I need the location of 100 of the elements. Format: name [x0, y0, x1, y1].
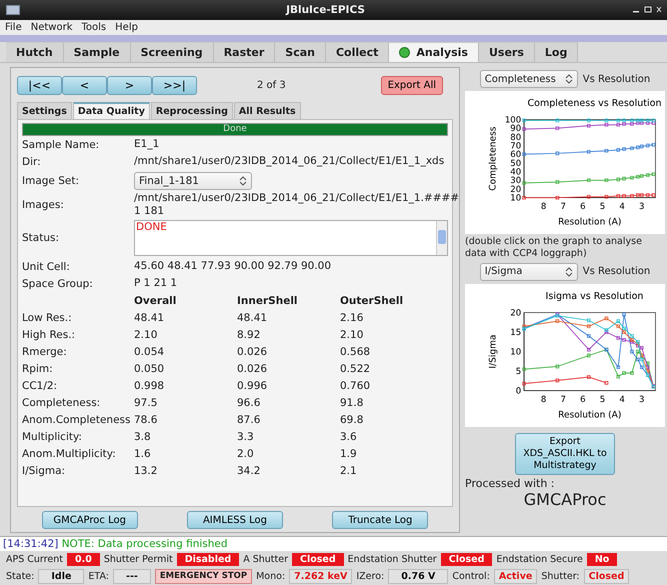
field-label: Unit Cell:	[22, 260, 71, 272]
menu-item[interactable]: File	[5, 22, 22, 33]
chart-title: Completeness vs Resolution	[528, 98, 662, 110]
column-header: Overall	[134, 294, 178, 306]
column-header: OuterShell	[340, 294, 404, 306]
table-cell-text: 13.2	[134, 464, 158, 476]
emergency-stop-button[interactable]: EMERGENCY STOP	[154, 569, 252, 584]
x-axis-label: Resolution (A)	[558, 410, 622, 420]
status-label: A Shutter	[243, 554, 288, 565]
subtab[interactable]: Settings	[17, 102, 72, 119]
scrollbar[interactable]	[436, 221, 447, 255]
y-tick-label: 30	[510, 176, 522, 186]
export-button[interactable]: Export XDS_ASCII.HKL to Multistrategy	[515, 432, 615, 475]
field-label: Image Set:	[22, 175, 80, 187]
field-value: /mnt/share1/user0/23IDB_2014_06_21/Collect/E1/E1_1.#### 1 181	[134, 192, 460, 218]
table-cell-text: 69.8	[340, 414, 364, 426]
tab[interactable]: Log	[534, 42, 578, 62]
dropdown-suffix: Vs Resolution	[582, 266, 650, 278]
x-tick-label: 4	[619, 202, 625, 212]
x-tick-label: 8	[540, 394, 546, 405]
menu-item[interactable]: Tools	[82, 22, 106, 33]
y-tick-label: 40	[510, 167, 522, 178]
status-label: Mono:	[256, 571, 286, 582]
table-cell-text: 8.92	[237, 328, 262, 340]
table-cell-text: 0.050	[134, 362, 166, 374]
y-tick-label: 60	[510, 150, 522, 160]
table-cell-text: 0.568	[340, 346, 372, 358]
status-value: ---	[113, 569, 151, 584]
navigation-button[interactable]: <	[62, 76, 107, 94]
table-cell-text: 2.1	[340, 464, 358, 476]
table-cell-text: 3.8	[134, 430, 152, 442]
tab[interactable]: Sample	[64, 42, 131, 62]
tab[interactable]: Screening	[130, 42, 214, 62]
status-value: Closed	[292, 553, 344, 566]
x-tick-label: 8	[540, 202, 546, 212]
statistic-label: Rpim:	[22, 362, 54, 374]
status-label: State:	[6, 571, 34, 582]
table-cell-text: 48.41	[237, 312, 268, 324]
subtab[interactable]: Reprocessing	[150, 102, 233, 119]
table-cell-text: 97.5	[134, 396, 158, 408]
result-counter: 2 of 3	[257, 80, 286, 90]
subtab[interactable]: Data Quality	[72, 102, 150, 119]
table-cell-text: 1.9	[340, 448, 358, 460]
tab[interactable]: Analysis	[389, 42, 479, 62]
statistic-label: Rmerge:	[22, 346, 68, 358]
menu-item[interactable]: Network	[30, 22, 72, 33]
x-tick-label: 7	[560, 394, 566, 405]
navigation-button[interactable]: >	[107, 76, 152, 94]
tab[interactable]: Hutch	[6, 42, 64, 62]
status-label: Endstation Shutter	[348, 554, 437, 565]
tab[interactable]: Users	[478, 42, 535, 62]
x-tick-label: 5	[600, 202, 606, 212]
y-tick-label: 20	[510, 184, 522, 195]
status-text-area[interactable]: DONE	[134, 220, 448, 256]
chart-title: Isigma vs Resolution	[546, 291, 644, 302]
menu-item[interactable]: Help	[115, 22, 138, 33]
navigation-button[interactable]: >>|	[152, 76, 197, 94]
tab[interactable]: Raster	[214, 42, 276, 62]
log-button[interactable]: Truncate Log	[332, 511, 428, 529]
image-set-dropdown[interactable]: Final_1-181	[134, 172, 252, 190]
up-down-arrows-icon	[564, 74, 573, 84]
statistic-label: CC1/2:	[22, 380, 58, 392]
log-button[interactable]: AIMLESS Log	[186, 511, 283, 529]
status-label: IZero:	[356, 571, 384, 582]
tab[interactable]: Scan	[275, 42, 326, 62]
x-axis-label: Resolution (A)	[558, 217, 622, 228]
y-tick-label: 15	[510, 328, 522, 338]
tab[interactable]: Collect	[326, 42, 390, 62]
status-value: 0.0	[66, 553, 100, 566]
table-cell-text: 87.6	[237, 414, 262, 426]
subtab[interactable]: All Results	[234, 102, 301, 119]
export-all-button[interactable]: Export All	[380, 76, 443, 94]
field-label: Space Group:	[22, 278, 94, 290]
plot-type-dropdown[interactable]: I/Sigma	[480, 262, 578, 281]
statistic-label: Anom.Completeness	[22, 414, 132, 426]
table-cell-text: 3.6	[340, 430, 358, 442]
table-cell-text: 2.16	[340, 312, 364, 324]
log-button[interactable]: GMCAProc Log	[42, 511, 138, 529]
up-down-arrows-icon	[564, 266, 573, 277]
status-label: Shutter:	[541, 571, 580, 582]
table-cell-text: 2.0	[237, 448, 255, 460]
y-tick-label: 10	[510, 347, 522, 358]
table-cell-text: 0.026	[237, 346, 268, 358]
statistic-label: I/Sigma:	[22, 464, 66, 476]
x-tick-label: 3	[639, 202, 644, 212]
column-header: InnerShell	[237, 294, 299, 306]
window-controls-icon[interactable]	[631, 5, 661, 15]
status-value: Active	[494, 569, 538, 584]
plot-type-dropdown[interactable]: Completeness	[480, 70, 578, 88]
statistic-label: Anom.Multiplicity:	[22, 448, 117, 460]
y-tick-label: 80	[510, 132, 522, 143]
y-tick-label: 100	[504, 115, 522, 126]
x-tick-label: 4	[619, 394, 625, 405]
field-label: Dir:	[22, 156, 42, 168]
hint-text: (double click on the graph to analyse data with CCP4 loggraph)	[465, 236, 643, 260]
navigation-button[interactable]: |<<	[17, 76, 62, 94]
progress-label: Done	[222, 124, 248, 135]
x-tick-label: 6	[580, 202, 586, 212]
statistic-label: High Res.:	[22, 328, 76, 340]
y-tick-label: 10	[510, 194, 522, 204]
